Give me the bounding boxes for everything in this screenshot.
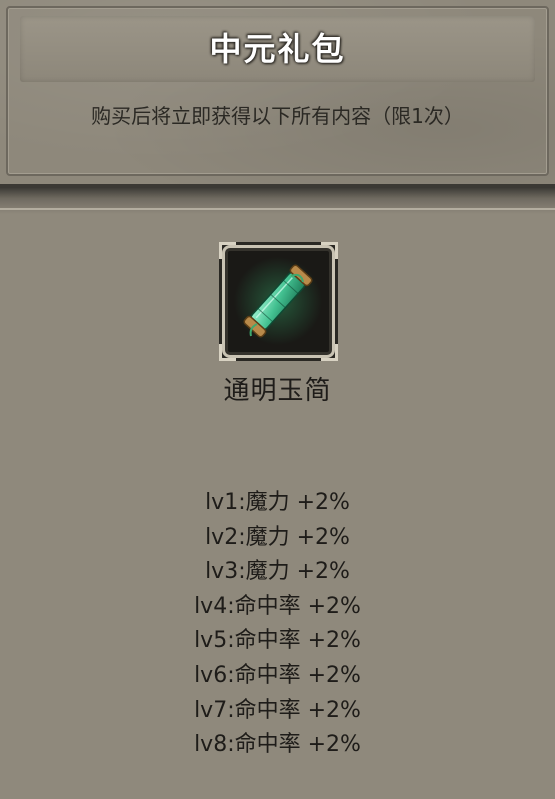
attribute-row: lv2:魔力 +2% bbox=[205, 524, 350, 550]
attribute-row: lv8:命中率 +2% bbox=[194, 732, 361, 758]
attribute-row: lv6:命中率 +2% bbox=[194, 662, 361, 688]
attribute-row: lv3:魔力 +2% bbox=[205, 559, 350, 585]
item-name: 通明玉简 bbox=[223, 376, 332, 406]
jade-scroll-icon bbox=[234, 257, 322, 345]
section-divider bbox=[0, 188, 555, 214]
attribute-row: lv5:命中率 +2% bbox=[194, 628, 361, 654]
header-panel: 中元礼包 购买后将立即获得以下所有内容（限1次） bbox=[0, 0, 555, 188]
attribute-row: lv7:命中率 +2% bbox=[194, 697, 361, 723]
page-title: 中元礼包 bbox=[209, 30, 346, 68]
attribute-row: lv4:命中率 +2% bbox=[194, 593, 361, 619]
item-slot[interactable] bbox=[219, 242, 338, 361]
gift-pack-panel: 中元礼包 购买后将立即获得以下所有内容（限1次） 通明玉简 lv1:魔力 +2%… bbox=[0, 0, 555, 799]
purchase-note: 购买后将立即获得以下所有内容（限1次） bbox=[91, 104, 464, 128]
attribute-list: lv1:魔力 +2% lv2:魔力 +2% lv3:魔力 +2% lv4:命中率… bbox=[0, 486, 555, 763]
attribute-row: lv1:魔力 +2% bbox=[205, 490, 350, 515]
